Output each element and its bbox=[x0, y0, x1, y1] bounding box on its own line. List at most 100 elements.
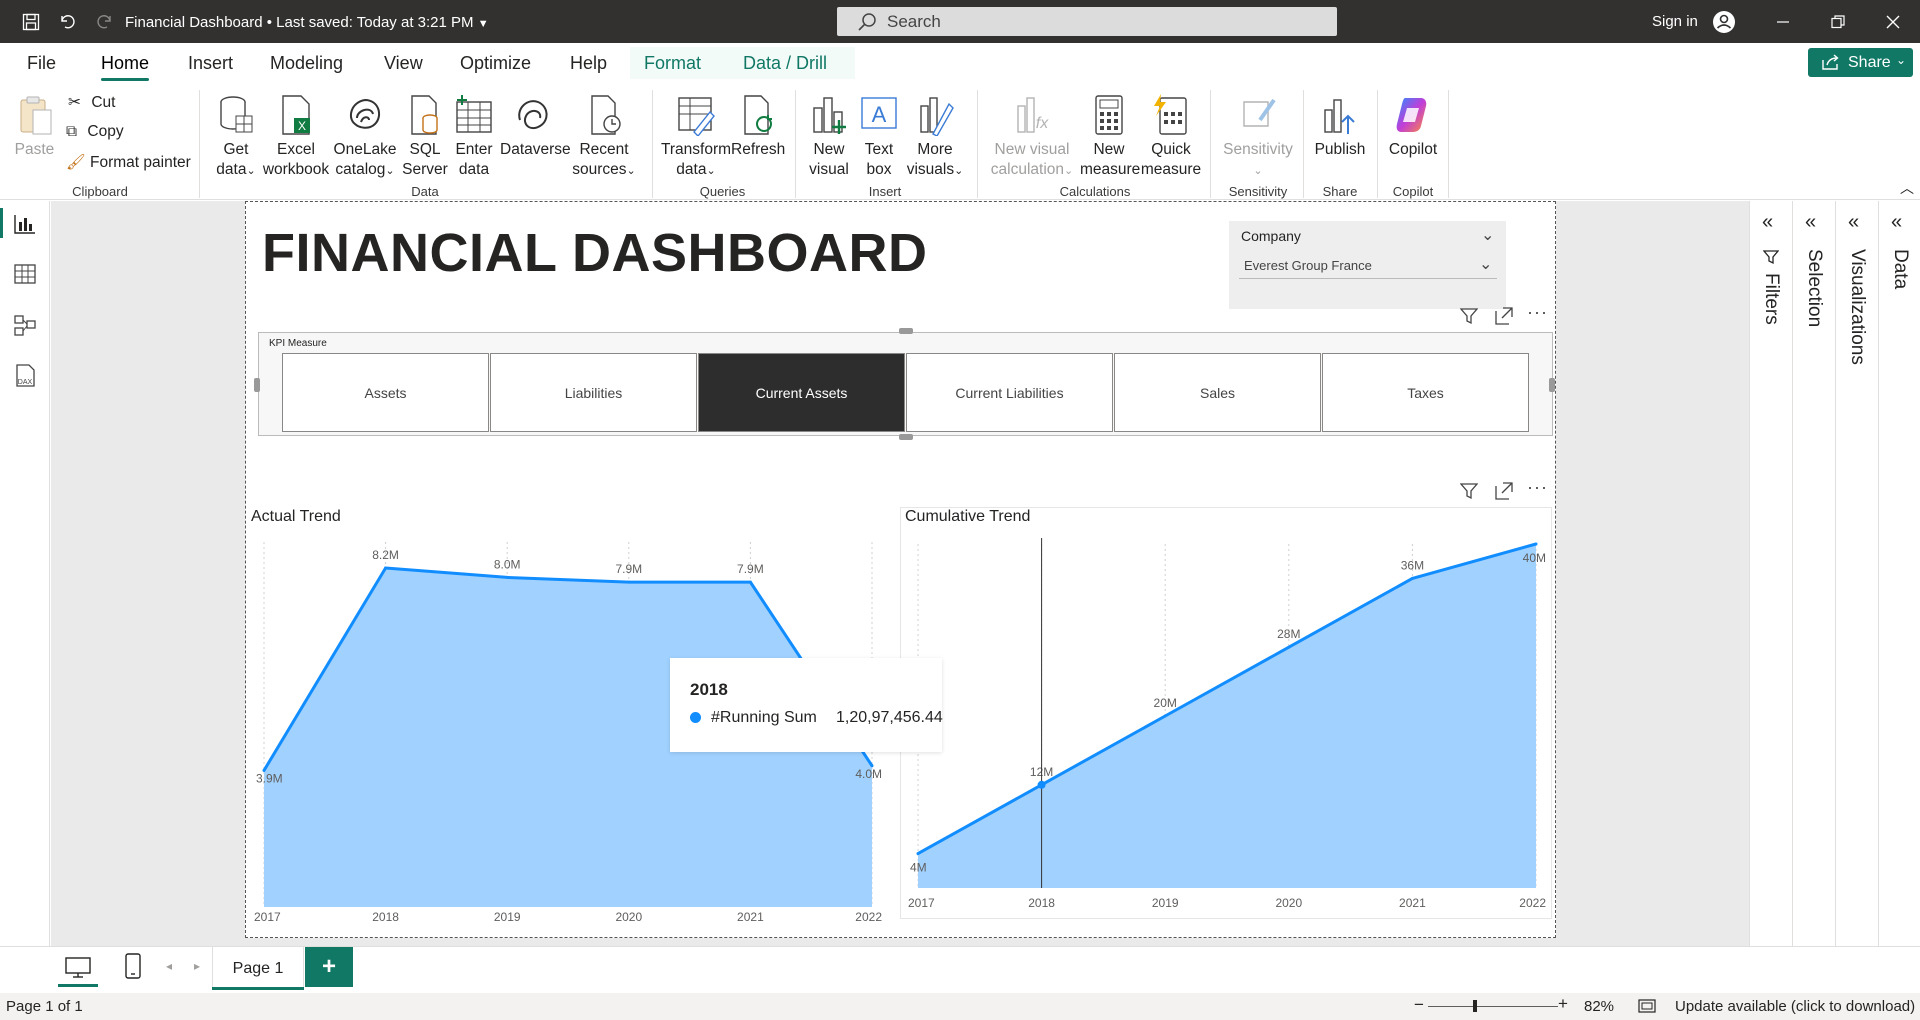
zoom-out-button[interactable]: − bbox=[1414, 995, 1424, 1015]
more-options-icon[interactable]: ··· bbox=[1527, 477, 1548, 498]
kpi-button-liabilities[interactable]: Liabilities bbox=[490, 353, 697, 432]
sensitivity-button[interactable]: Sensitivity ⌄ bbox=[1222, 94, 1294, 181]
collapse-ribbon-icon[interactable]: ︿ bbox=[1900, 178, 1914, 198]
page-tab-page-1[interactable]: Page 1 bbox=[212, 947, 304, 990]
sign-in-link[interactable]: Sign in bbox=[1652, 13, 1698, 30]
next-page-icon[interactable]: ▸ bbox=[194, 959, 200, 973]
new-visual-calculation-button[interactable]: fx New visual calculation⌄ bbox=[988, 94, 1076, 181]
paste-button[interactable]: Paste bbox=[12, 94, 57, 160]
more-visuals-button[interactable]: More visuals⌄ bbox=[905, 94, 965, 181]
tab-view[interactable]: View bbox=[384, 53, 423, 74]
redo-icon[interactable] bbox=[92, 0, 118, 43]
copy-label: Copy bbox=[87, 123, 124, 140]
bar-chart-icon bbox=[813, 97, 846, 134]
page-count: Page 1 of 1 bbox=[6, 998, 83, 1015]
undo-icon[interactable] bbox=[54, 0, 80, 43]
kpi-button-assets[interactable]: Assets bbox=[282, 353, 489, 432]
new-visual-button[interactable]: New visual bbox=[805, 94, 853, 180]
ribbon-separator bbox=[1448, 90, 1449, 198]
tab-file[interactable]: File bbox=[27, 53, 56, 74]
update-available-link[interactable]: Update available (click to download) bbox=[1675, 998, 1915, 1015]
zoom-in-button[interactable]: + bbox=[1558, 994, 1568, 1014]
cumulative-trend-chart[interactable]: 4M12M20M28M36M40M2017 2018 2019 2020 2021 202… bbox=[895, 530, 1555, 920]
fit-to-page-icon[interactable] bbox=[1638, 999, 1656, 1013]
recent-sources-button[interactable]: Recent sources⌄ bbox=[568, 94, 640, 181]
visualizations-pane-collapsed[interactable]: « Visualizations bbox=[1836, 201, 1879, 946]
tab-home[interactable]: Home bbox=[101, 53, 149, 74]
save-icon[interactable] bbox=[18, 0, 44, 43]
quick-measure-button[interactable]: Quick measure bbox=[1140, 94, 1202, 180]
cut-button[interactable]: ✂ Cut bbox=[68, 93, 115, 112]
copilot-button[interactable]: Copilot bbox=[1384, 94, 1442, 160]
add-page-button[interactable]: + bbox=[305, 947, 353, 987]
chevron-down-icon[interactable]: ▼ bbox=[478, 18, 489, 30]
filter-icon[interactable] bbox=[1460, 482, 1478, 500]
publish-button[interactable]: Publish bbox=[1310, 94, 1370, 160]
company-slicer[interactable]: Company ⌄ Everest Group France ⌄ bbox=[1229, 221, 1506, 309]
get-data-button[interactable]: Get data⌄ bbox=[210, 94, 262, 181]
dax-query-view-icon[interactable]: DAX bbox=[12, 364, 38, 388]
tab-modeling[interactable]: Modeling bbox=[270, 53, 343, 74]
resize-handle[interactable] bbox=[1549, 378, 1555, 392]
search-box[interactable]: Search bbox=[837, 7, 1337, 36]
share-button[interactable]: Share ⌄ bbox=[1808, 48, 1913, 77]
publish-label: Publish bbox=[1314, 141, 1366, 158]
focus-mode-icon[interactable] bbox=[1495, 307, 1513, 325]
enter-data-label-2: data bbox=[458, 161, 490, 178]
data-pane-collapsed[interactable]: « Data bbox=[1879, 201, 1920, 946]
filters-pane-collapsed[interactable]: « Filters bbox=[1750, 201, 1793, 946]
kpi-button-taxes[interactable]: Taxes bbox=[1322, 353, 1529, 432]
enter-data-button[interactable]: Enter data bbox=[450, 94, 498, 180]
new-measure-button[interactable]: New measure bbox=[1080, 94, 1140, 180]
zoom-slider-thumb[interactable] bbox=[1473, 1000, 1477, 1012]
expand-chevrons-icon[interactable]: « bbox=[1891, 211, 1902, 234]
tab-optimize[interactable]: Optimize bbox=[460, 53, 531, 74]
transform-data-button[interactable]: Transform data⌄ bbox=[660, 94, 732, 181]
kpi-button-sales[interactable]: Sales bbox=[1114, 353, 1321, 432]
recent-label-2: sources bbox=[572, 161, 627, 178]
expand-chevrons-icon[interactable]: « bbox=[1848, 211, 1859, 234]
sql-server-icon bbox=[411, 95, 438, 135]
resize-handle[interactable] bbox=[899, 434, 913, 440]
minimize-icon[interactable] bbox=[1768, 0, 1798, 43]
report-view-icon[interactable] bbox=[14, 214, 36, 234]
slicer-collapse-chevron-icon[interactable]: ⌄ bbox=[1481, 225, 1494, 245]
page-tabs-bar: ◂ ▸ Page 1 + bbox=[0, 946, 1920, 993]
previous-page-icon[interactable]: ◂ bbox=[166, 959, 172, 973]
selection-pane-collapsed[interactable]: « Selection bbox=[1793, 201, 1836, 946]
copy-button[interactable]: ⧉ Copy bbox=[66, 123, 124, 141]
kpi-button-current-assets[interactable]: Current Assets bbox=[698, 353, 905, 432]
tab-insert[interactable]: Insert bbox=[188, 53, 233, 74]
expand-chevrons-icon[interactable]: « bbox=[1762, 211, 1773, 234]
dataverse-button[interactable]: Dataverse bbox=[500, 94, 571, 160]
slicer-dropdown[interactable]: Everest Group France ⌄ bbox=[1239, 254, 1497, 279]
expand-chevrons-icon[interactable]: « bbox=[1805, 211, 1816, 234]
data-point bbox=[505, 575, 509, 579]
zoom-slider-track[interactable] bbox=[1428, 1006, 1558, 1007]
document-title[interactable]: Financial Dashboard • Last saved: Today … bbox=[125, 14, 489, 31]
account-icon[interactable] bbox=[1711, 0, 1737, 43]
table-view-icon[interactable] bbox=[14, 264, 36, 284]
resize-handle[interactable] bbox=[254, 378, 260, 392]
refresh-label: Refresh bbox=[731, 141, 786, 158]
filter-icon[interactable] bbox=[1460, 307, 1478, 325]
text-box-button[interactable]: A Text box bbox=[857, 94, 901, 180]
mobile-layout-icon[interactable] bbox=[125, 953, 141, 979]
onelake-catalog-button[interactable]: OneLake catalog⌄ bbox=[331, 94, 399, 181]
tab-data-drill[interactable]: Data / Drill bbox=[743, 53, 827, 74]
tab-help[interactable]: Help bbox=[570, 53, 607, 74]
more-options-icon[interactable]: ··· bbox=[1527, 302, 1548, 323]
x-axis-tick-label: 2019 bbox=[1152, 896, 1179, 910]
excel-workbook-button[interactable]: X Excel workbook bbox=[262, 94, 330, 180]
model-view-icon[interactable] bbox=[14, 314, 36, 336]
close-icon[interactable] bbox=[1878, 0, 1908, 43]
kpi-button-current-liabilities[interactable]: Current Liabilities bbox=[906, 353, 1113, 432]
focus-mode-icon[interactable] bbox=[1495, 482, 1513, 500]
sql-server-button[interactable]: SQL Server bbox=[400, 94, 450, 180]
tab-format[interactable]: Format bbox=[644, 53, 701, 74]
format-painter-button[interactable]: 🖌 Format painter bbox=[66, 153, 191, 172]
refresh-button[interactable]: Refresh bbox=[731, 94, 786, 160]
desktop-layout-icon[interactable] bbox=[65, 957, 91, 979]
restore-icon[interactable] bbox=[1823, 0, 1853, 43]
resize-handle[interactable] bbox=[899, 328, 913, 334]
